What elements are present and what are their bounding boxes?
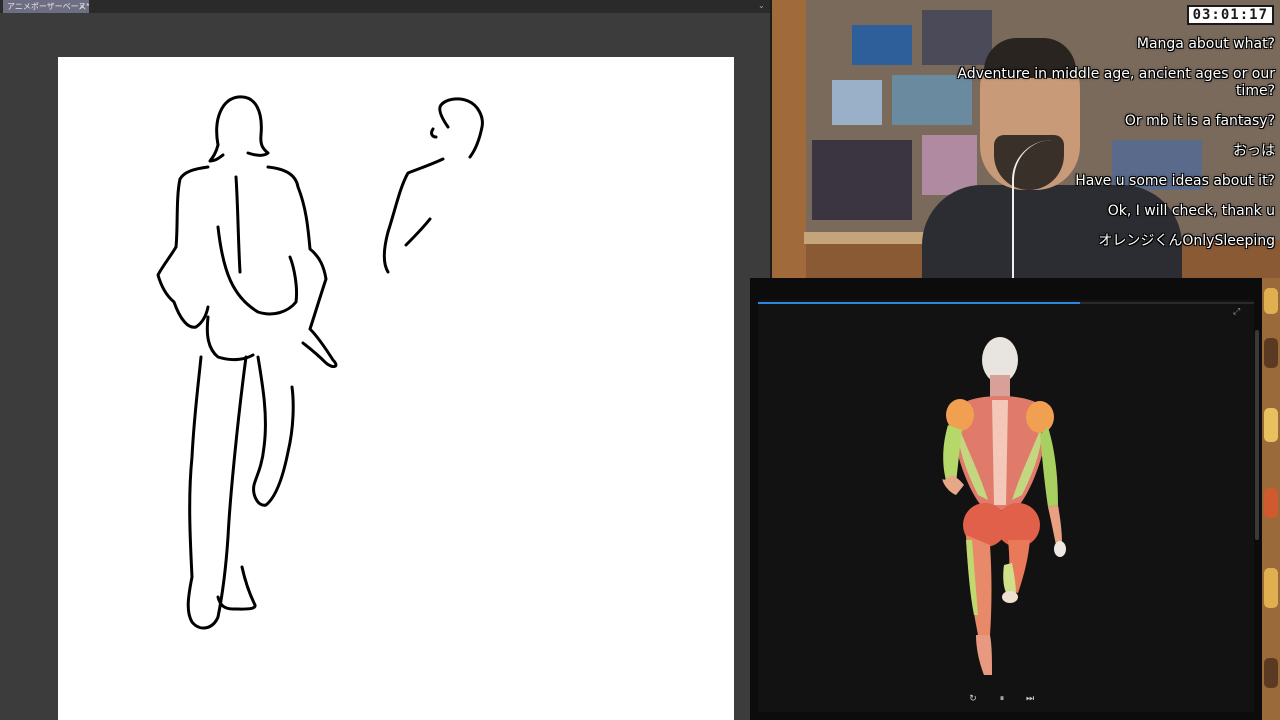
- tab-bar: アニメポーザーベース* × ⌄: [0, 0, 772, 13]
- model-neck: [990, 375, 1010, 397]
- sketch-back-right: [266, 165, 338, 369]
- stream-timer: 03:01:17: [1186, 5, 1274, 25]
- model-foot-right: [1002, 591, 1018, 603]
- reset-pose-icon[interactable]: ↻: [967, 693, 979, 703]
- model-arm-right: [1040, 427, 1058, 507]
- chat-message: オレンジくんOnlySleeping: [1098, 233, 1275, 249]
- sketch-torso: [156, 165, 210, 329]
- decor-block: [1264, 568, 1278, 608]
- photo-tile: [852, 25, 912, 65]
- sketch-second-back: [382, 157, 445, 274]
- chat-message: Adventure in middle age, ancient ages or…: [957, 66, 1275, 99]
- decor-block: [1264, 658, 1278, 688]
- document-tab[interactable]: アニメポーザーベース* ×: [3, 0, 89, 13]
- photo-tile: [832, 80, 882, 125]
- sequence-progress-bar[interactable]: [758, 302, 1254, 304]
- model-hand-right: [1054, 541, 1066, 557]
- drawing-app: アニメポーザーベース* × ⌄: [0, 0, 772, 720]
- webcam-feed: 03:01:17 Manga about what? Adventure in …: [772, 0, 1280, 278]
- decor-block: [1264, 408, 1278, 442]
- chat-message: Have u some ideas about it?: [1075, 173, 1275, 189]
- sketch-neck: [208, 143, 225, 163]
- marker-rack: [812, 140, 912, 220]
- chat-message: Manga about what?: [1136, 36, 1275, 52]
- model-shoulder-right: [1026, 401, 1054, 433]
- sketch-hips: [205, 315, 255, 362]
- viewer-scrollbar[interactable]: [1255, 330, 1259, 540]
- chat-message: おっは: [1233, 143, 1275, 159]
- model-spine-muscles: [992, 400, 1008, 505]
- sketch-second-head: [438, 97, 484, 159]
- background-decor: [1262, 278, 1280, 720]
- sketch-strokes: [156, 95, 484, 630]
- chat-message: Or mb it is a fantasy?: [1124, 113, 1275, 129]
- drawing-canvas[interactable]: [58, 57, 734, 720]
- next-pose-icon[interactable]: ⏭: [1024, 693, 1036, 703]
- close-tab-icon[interactable]: ×: [79, 0, 84, 13]
- chat-message: Ok, I will check, thank u: [1107, 203, 1275, 219]
- chat-overlay: Manga about what? Adventure in middle ag…: [945, 36, 1275, 263]
- sketch-left-leg: [186, 355, 248, 630]
- model-calf-left: [976, 635, 992, 675]
- model-forearm-right: [1048, 505, 1062, 545]
- anatomy-model: [942, 337, 1066, 675]
- sketch-second-arm: [404, 217, 432, 247]
- fullscreen-icon[interactable]: ⤢: [1233, 307, 1242, 316]
- sketch-head: [215, 95, 270, 157]
- decor-block: [1264, 288, 1278, 314]
- sketch-right-leg: [252, 355, 295, 507]
- sketch-second-ear: [430, 127, 438, 139]
- document-tab-label: アニメポーザーベース*: [7, 2, 90, 11]
- pause-icon[interactable]: ⏸: [996, 693, 1008, 703]
- sequence-progress-fill: [758, 302, 1081, 304]
- sketch-spine: [234, 175, 242, 274]
- wall-decor-strip: [772, 0, 806, 278]
- decor-block: [1264, 338, 1278, 368]
- tab-overflow-icon[interactable]: ⌄: [758, 0, 765, 11]
- sketch-lat: [216, 225, 298, 316]
- decor-block: [1264, 488, 1278, 518]
